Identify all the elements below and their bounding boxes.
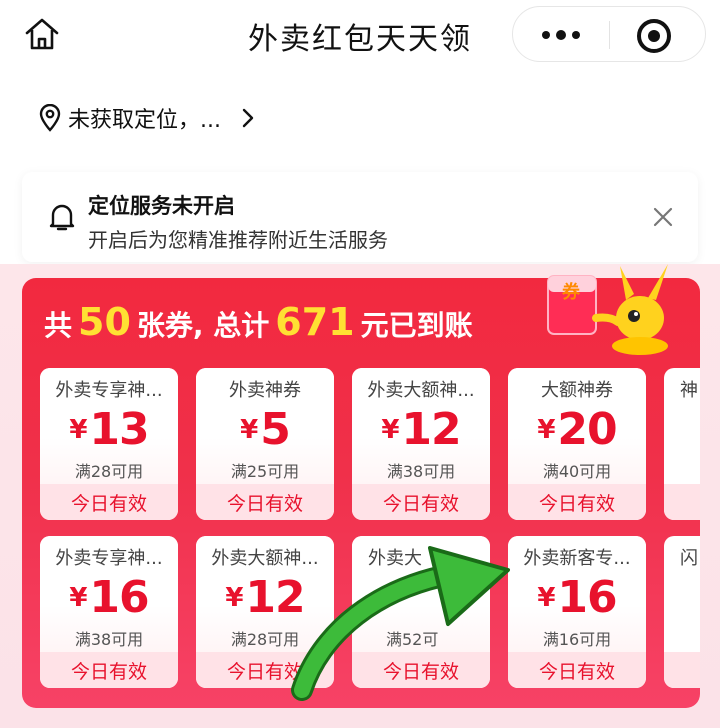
chevron-right-icon — [242, 108, 254, 128]
coupon-total: 671 — [275, 300, 355, 344]
coupon-condition: 满16可用 — [542, 630, 612, 649]
coupon-tile[interactable]: 外卖专享神... ¥13 满28可用 今日有效 — [40, 368, 178, 520]
currency-symbol: ¥ — [225, 583, 244, 613]
coupon-validity: 今日有效 — [508, 652, 646, 688]
location-pin-icon — [39, 104, 61, 132]
coupon-summary-banner: 共 50 张券, 总计 671 元已到账 — [44, 300, 473, 352]
more-dots-icon-center — [556, 30, 566, 40]
location-selector[interactable]: 未获取定位，... — [38, 100, 255, 136]
coupon-amount: ¥16 — [40, 572, 178, 623]
coupon-value: 16 — [89, 572, 149, 623]
capsule-divider — [609, 21, 610, 49]
more-dots-icon-right — [572, 31, 580, 39]
coupon-validity: 今日有效 — [196, 484, 334, 520]
currency-symbol: ¥ — [240, 415, 259, 445]
coupon-name: 外卖专享神... — [55, 548, 163, 569]
coupon-amount: ¥20 — [508, 404, 646, 455]
coupon-condition: 满25可用 — [230, 462, 300, 481]
coupon-value: 12 — [401, 404, 461, 455]
coupon-name: 外卖大额神... — [367, 380, 475, 401]
coupon-name: 神 — [680, 380, 698, 401]
coupon-validity: 今日有效 — [508, 484, 646, 520]
coupon-value: 16 — [557, 572, 617, 623]
notice-title: 定位服务未开启 — [88, 194, 235, 218]
mascot-illustration: 券 — [547, 264, 668, 355]
mascot-tag-label: 券 — [561, 281, 581, 303]
coupon-tile-partial[interactable]: 神 — [664, 368, 700, 520]
coupon-validity: 今日有效 — [352, 484, 490, 520]
coupon-name: 外卖大额神... — [211, 548, 319, 569]
location-text: 未获取定位，... — [68, 108, 221, 133]
banner-suffix: 元已到账 — [360, 309, 473, 342]
coupon-condition: 满28可用 — [230, 630, 300, 649]
coupon-count: 50 — [78, 300, 131, 344]
currency-symbol: ¥ — [69, 415, 88, 445]
coupon-tile[interactable]: 大额神券 ¥20 满40可用 今日有效 — [508, 368, 646, 520]
coupon-amount: ¥16 — [508, 572, 646, 623]
coupon-condition: 满40可用 — [542, 462, 612, 481]
coupon-tile[interactable]: 外卖新客专... ¥16 满16可用 今日有效 — [508, 536, 646, 688]
coupon-tile[interactable]: 外卖大额神... ¥12 满28可用 今日有效 — [196, 536, 334, 688]
coupon-validity: 今日有效 — [40, 652, 178, 688]
coupon-tile[interactable]: 外卖大额神... ¥12 满38可用 今日有效 — [352, 368, 490, 520]
record-button[interactable] — [637, 19, 671, 53]
coupon-tile-partial[interactable]: 闪 — [664, 536, 700, 688]
coupon-tile[interactable]: 外卖大 满52可 今日有效 — [352, 536, 490, 688]
coupon-name: 外卖专享神... — [55, 380, 163, 401]
more-dots-icon — [542, 31, 550, 39]
coupon-name: 闪 — [680, 548, 698, 569]
more-button[interactable] — [513, 7, 609, 63]
coupon-condition: 满38可用 — [386, 462, 456, 481]
coupon-amount: ¥5 — [196, 404, 334, 455]
currency-symbol: ¥ — [537, 415, 556, 445]
coupon-validity — [664, 652, 700, 688]
coupon-tile[interactable]: 外卖专享神... ¥16 满38可用 今日有效 — [40, 536, 178, 688]
coupon-validity: 今日有效 — [352, 652, 490, 688]
nav-bar: 外卖红包天天领 — [0, 0, 720, 72]
currency-symbol: ¥ — [537, 583, 556, 613]
currency-symbol: ¥ — [381, 415, 400, 445]
location-service-notice: 定位服务未开启 开启后为您精准推荐附近生活服务 — [22, 172, 698, 262]
coupon-name: 大额神券 — [541, 380, 613, 401]
coupon-tile[interactable]: 外卖神券 ¥5 满25可用 今日有效 — [196, 368, 334, 520]
coupon-amount: ¥13 — [40, 404, 178, 455]
coupon-validity: 今日有效 — [40, 484, 178, 520]
coupon-value: 5 — [260, 404, 291, 455]
notice-subtitle: 开启后为您精准推荐附近生活服务 — [88, 228, 388, 252]
coupon-value: 12 — [245, 572, 305, 623]
record-icon — [648, 30, 660, 42]
mini-program-capsule — [512, 6, 706, 62]
close-icon[interactable] — [650, 204, 676, 230]
coupon-condition: 满52可 — [386, 630, 439, 649]
coupon-amount: ¥12 — [196, 572, 334, 623]
coupon-name: 外卖神券 — [229, 380, 301, 401]
coupon-value: 13 — [89, 404, 149, 455]
coupon-amount: ¥12 — [352, 404, 490, 455]
banner-prefix: 共 — [44, 309, 73, 342]
coupon-condition: 满38可用 — [74, 630, 144, 649]
banner-middle: 张券, 总计 — [136, 309, 270, 342]
coupon-validity: 今日有效 — [196, 652, 334, 688]
coupon-amount — [352, 572, 490, 623]
coupon-validity — [664, 484, 700, 520]
currency-symbol: ¥ — [69, 583, 88, 613]
coupon-condition: 满28可用 — [74, 462, 144, 481]
bell-icon — [49, 204, 75, 231]
coupon-value: 20 — [557, 404, 617, 455]
coupon-name: 外卖大 — [368, 548, 422, 569]
coupon-name: 外卖新客专... — [523, 548, 631, 569]
